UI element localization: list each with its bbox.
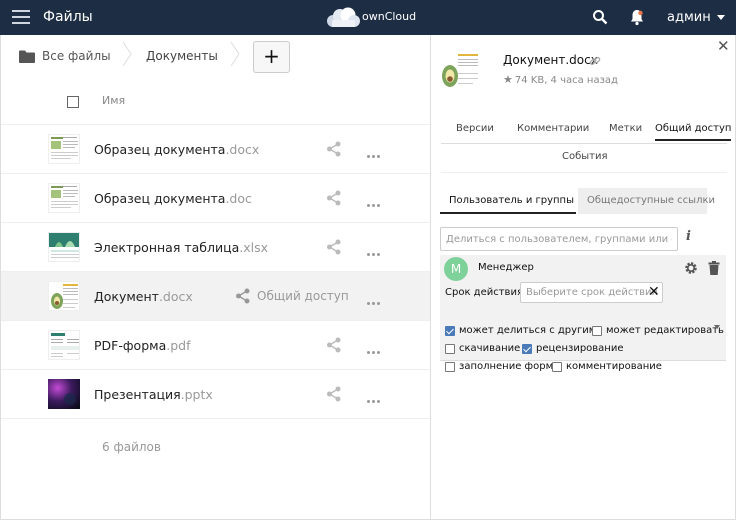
xlsx-thumbnail-icon xyxy=(48,232,80,262)
subtab-public-links[interactable]: Общедоступные ссылки xyxy=(578,188,715,214)
list-header: Имя xyxy=(1,80,431,125)
bell-icon[interactable] xyxy=(630,9,644,26)
file-name[interactable]: Документ.docx xyxy=(94,289,193,304)
add-new-button[interactable]: + xyxy=(253,41,290,73)
column-name-header[interactable]: Имя xyxy=(102,94,125,107)
sidebar-file-name: Документ.docx xyxy=(503,53,598,67)
share-entry: М Менеджер Срок действия: ✕ может делить… xyxy=(440,255,726,372)
gear-icon[interactable] xyxy=(684,261,698,275)
more-options-icon[interactable] xyxy=(367,245,382,259)
info-icon[interactable]: i xyxy=(686,229,691,244)
owncloud-logo-icon xyxy=(327,7,360,27)
expiry-label: Срок действия: xyxy=(445,287,527,298)
file-meta: ★ 74 KB, 4 часа назад xyxy=(503,73,618,86)
share-label[interactable]: Общий доступ xyxy=(257,289,349,303)
user-menu[interactable]: админ xyxy=(667,10,725,25)
docx-thumbnail-icon xyxy=(48,281,80,311)
share-icon[interactable] xyxy=(326,337,342,353)
top-bar: Файлы ownCloud админ xyxy=(0,0,736,35)
chevron-down-icon xyxy=(716,15,725,20)
file-count: 6 файлов xyxy=(102,440,161,454)
file-name[interactable]: Образец документа.docx xyxy=(94,142,259,157)
file-name[interactable]: Образец документа.doc xyxy=(94,191,252,206)
file-row[interactable]: PDF-форма.pdf xyxy=(1,321,431,370)
breadcrumb-documents[interactable]: Документы xyxy=(146,49,218,63)
doc-thumbnail-icon xyxy=(48,183,80,213)
share-icon[interactable] xyxy=(326,190,342,206)
share-with-input[interactable] xyxy=(440,227,678,251)
share-icon[interactable] xyxy=(235,288,251,304)
tab-versions[interactable]: Версии xyxy=(456,123,494,134)
share-subtabs: Пользователь и группы Общедоступные ссыл… xyxy=(440,188,715,214)
chevron-down-icon[interactable] xyxy=(714,325,720,329)
star-icon[interactable]: ★ xyxy=(503,73,513,86)
file-row-selected[interactable]: Документ.docx Общий доступ xyxy=(1,272,431,321)
folder-icon xyxy=(19,50,35,63)
share-icon[interactable] xyxy=(326,141,342,157)
file-row[interactable]: Электронная таблица.xlsx xyxy=(1,223,431,272)
file-row[interactable]: Образец документа.docx xyxy=(1,125,431,174)
file-row[interactable]: Образец документа.doc xyxy=(1,174,431,223)
checkbox-can-edit[interactable] xyxy=(592,326,602,336)
file-name[interactable]: Электронная таблица.xlsx xyxy=(94,240,268,255)
more-options-icon[interactable] xyxy=(367,343,382,357)
more-options-icon[interactable] xyxy=(367,392,382,406)
app-title[interactable]: Файлы xyxy=(43,9,93,25)
file-list-panel: Все файлы Документы + Имя Образец докуме… xyxy=(0,35,431,520)
share-icon[interactable] xyxy=(326,239,342,255)
share-recipient-name: Менеджер xyxy=(478,262,534,273)
clear-expiry-icon[interactable]: ✕ xyxy=(648,284,660,300)
share-icon[interactable] xyxy=(326,386,342,402)
breadcrumb: Все файлы Документы + xyxy=(1,35,431,80)
trash-icon[interactable] xyxy=(708,261,720,275)
docx-thumbnail-icon xyxy=(48,134,80,164)
more-options-icon[interactable] xyxy=(367,196,382,210)
menu-icon[interactable] xyxy=(12,10,30,25)
tab-sharing[interactable]: Общий доступ xyxy=(655,123,732,141)
more-options-icon[interactable] xyxy=(367,147,382,161)
breadcrumb-all-files[interactable]: Все файлы xyxy=(42,49,111,63)
pdf-thumbnail-icon xyxy=(48,330,80,360)
tab-events[interactable]: События xyxy=(562,151,608,162)
file-name[interactable]: PDF-форма.pdf xyxy=(94,338,190,353)
pptx-thumbnail-icon xyxy=(48,379,80,409)
checkbox-download[interactable] xyxy=(445,344,455,354)
tab-tags[interactable]: Метки xyxy=(609,123,642,134)
tabs-divider xyxy=(441,172,727,173)
checkbox-can-share[interactable] xyxy=(445,326,455,336)
subtab-users-groups[interactable]: Пользователь и группы xyxy=(440,188,576,214)
more-options-icon[interactable] xyxy=(367,294,382,308)
breadcrumb-separator-icon xyxy=(122,41,132,67)
file-name[interactable]: Презентация.pptx xyxy=(94,387,213,402)
select-all-checkbox[interactable] xyxy=(67,96,79,108)
breadcrumb-separator-icon xyxy=(230,41,240,67)
details-sidebar: ✕ Документ.docx ★ 74 KB, 4 часа назад Вер… xyxy=(430,35,736,520)
file-preview-thumbnail xyxy=(440,51,482,91)
file-rows: Образец документа.docx Образец документа… xyxy=(1,125,431,419)
close-icon[interactable]: ✕ xyxy=(717,37,730,55)
brand-name: ownCloud xyxy=(362,10,417,23)
file-row[interactable]: Презентация.pptx xyxy=(1,370,431,419)
expiry-date-input[interactable] xyxy=(520,282,663,303)
avatar: М xyxy=(444,257,468,281)
checkbox-comment[interactable] xyxy=(552,362,562,372)
search-icon[interactable] xyxy=(592,9,608,25)
checkbox-fill-forms[interactable] xyxy=(445,362,455,372)
checkbox-review[interactable] xyxy=(522,344,532,354)
link-icon[interactable] xyxy=(589,55,601,67)
user-name: админ xyxy=(667,10,711,25)
tab-comments[interactable]: Комментарии xyxy=(517,123,589,134)
tabs-divider xyxy=(441,143,727,144)
